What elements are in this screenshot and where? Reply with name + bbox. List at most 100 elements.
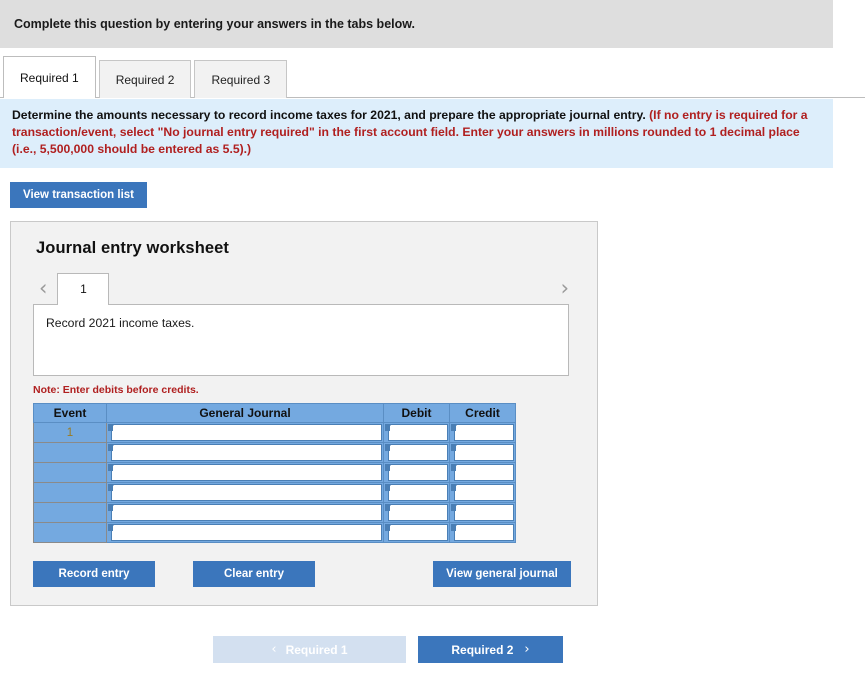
dropdown-flag-icon <box>385 444 392 451</box>
credit-input[interactable] <box>451 464 514 481</box>
debit-input[interactable] <box>385 424 448 441</box>
dropdown-flag-icon <box>108 444 115 451</box>
general-journal-input[interactable] <box>108 424 382 441</box>
view-transaction-list-button[interactable]: View transaction list <box>10 182 147 208</box>
credit-input[interactable] <box>451 484 514 501</box>
view-general-journal-button[interactable]: View general journal <box>433 561 571 587</box>
question-prompt-primary: Determine the amounts necessary to recor… <box>12 108 650 122</box>
nav-prev-required-1-button[interactable]: ‹ Required 1 <box>213 636 406 663</box>
worksheet-pager: ‹ 1 › <box>27 272 581 305</box>
table-row <box>33 442 516 463</box>
credit-cell <box>449 502 516 523</box>
dropdown-flag-icon <box>451 524 458 531</box>
table-row: 1 <box>33 422 516 443</box>
general-journal-input[interactable] <box>108 504 382 521</box>
chevron-left-icon[interactable]: ‹ <box>33 278 53 304</box>
tab-required-1-label: Required 1 <box>20 70 79 85</box>
dropdown-flag-icon <box>451 464 458 471</box>
credit-cell <box>449 442 516 463</box>
dropdown-flag-icon <box>451 484 458 491</box>
dropdown-flag-icon <box>108 484 115 491</box>
tab-required-1[interactable]: Required 1 <box>3 56 96 99</box>
dropdown-flag-icon <box>385 504 392 511</box>
debit-input[interactable] <box>385 504 448 521</box>
debit-input[interactable] <box>385 444 448 461</box>
credit-input[interactable] <box>451 504 514 521</box>
question-prompt-banner: Determine the amounts necessary to recor… <box>0 99 833 168</box>
dropdown-flag-icon <box>108 424 115 431</box>
tab-required-2[interactable]: Required 2 <box>98 60 192 98</box>
table-row <box>33 462 516 483</box>
general-journal-cell <box>106 522 384 543</box>
tab-required-2-label: Required 2 <box>115 72 175 87</box>
event-cell <box>33 522 107 543</box>
column-header-credit: Credit <box>449 403 516 423</box>
column-header-debit: Debit <box>383 403 450 423</box>
debit-cell <box>383 502 450 523</box>
journal-entry-table: Event General Journal Debit Credit 1 <box>33 403 516 543</box>
tab-required-3[interactable]: Required 3 <box>194 60 288 98</box>
general-journal-cell <box>106 482 384 503</box>
debit-input[interactable] <box>385 524 448 541</box>
general-journal-cell <box>106 422 384 443</box>
debit-input[interactable] <box>385 464 448 481</box>
credit-cell <box>449 522 516 543</box>
question-page: Complete this question by entering your … <box>0 0 865 690</box>
general-journal-cell <box>106 462 384 483</box>
table-header-row: Event General Journal Debit Credit <box>33 403 516 423</box>
dropdown-flag-icon <box>451 504 458 511</box>
column-header-event: Event <box>33 403 107 423</box>
nav-prev-label: Required 1 <box>285 642 348 657</box>
worksheet-page-tab-1-label: 1 <box>80 282 87 296</box>
credit-cell <box>449 422 516 443</box>
page-instruction-bar: Complete this question by entering your … <box>0 0 833 48</box>
event-cell: 1 <box>33 422 107 443</box>
worksheet-title: Journal entry worksheet <box>36 239 230 257</box>
debit-input[interactable] <box>385 484 448 501</box>
debits-before-credits-note: Note: Enter debits before credits. <box>33 384 199 396</box>
general-journal-input[interactable] <box>108 524 382 541</box>
dropdown-flag-icon <box>451 424 458 431</box>
dropdown-flag-icon <box>385 464 392 471</box>
dropdown-flag-icon <box>385 424 392 431</box>
worksheet-page-tab-1[interactable]: 1 <box>57 273 110 305</box>
general-journal-input[interactable] <box>108 444 382 461</box>
required-tabs: Required 1 Required 2 Required 3 <box>0 56 865 99</box>
transaction-list-toolbar: View transaction list <box>0 168 865 208</box>
worksheet-description-text: Record 2021 income taxes. <box>46 316 195 330</box>
table-row <box>33 522 516 543</box>
clear-entry-button[interactable]: Clear entry <box>193 561 315 587</box>
debit-cell <box>383 422 450 443</box>
event-cell <box>33 462 107 483</box>
worksheet-description-box: Record 2021 income taxes. <box>33 304 569 376</box>
debit-cell <box>383 522 450 543</box>
credit-cell <box>449 482 516 503</box>
bottom-navigation: ‹ Required 1 Required 2 › <box>0 636 865 663</box>
general-journal-input[interactable] <box>108 464 382 481</box>
tab-required-3-label: Required 3 <box>211 72 271 87</box>
credit-input[interactable] <box>451 424 514 441</box>
chevron-left-icon: ‹ <box>271 642 277 657</box>
question-prompt-text: Determine the amounts necessary to recor… <box>12 107 821 158</box>
debit-cell <box>383 462 450 483</box>
journal-entry-worksheet-panel: Journal entry worksheet ‹ 1 › Record 202… <box>10 221 598 606</box>
dropdown-flag-icon <box>385 524 392 531</box>
credit-input[interactable] <box>451 524 514 541</box>
credit-input[interactable] <box>451 444 514 461</box>
event-cell <box>33 482 107 503</box>
chevron-right-icon[interactable]: › <box>555 278 575 304</box>
general-journal-input[interactable] <box>108 484 382 501</box>
record-entry-button[interactable]: Record entry <box>33 561 155 587</box>
chevron-right-icon: › <box>524 642 530 657</box>
credit-cell <box>449 462 516 483</box>
event-cell <box>33 442 107 463</box>
nav-next-required-2-button[interactable]: Required 2 › <box>418 636 563 663</box>
table-row <box>33 502 516 523</box>
general-journal-cell <box>106 502 384 523</box>
dropdown-flag-icon <box>108 504 115 511</box>
debit-cell <box>383 482 450 503</box>
event-cell <box>33 502 107 523</box>
dropdown-flag-icon <box>108 464 115 471</box>
table-row <box>33 482 516 503</box>
dropdown-flag-icon <box>451 444 458 451</box>
